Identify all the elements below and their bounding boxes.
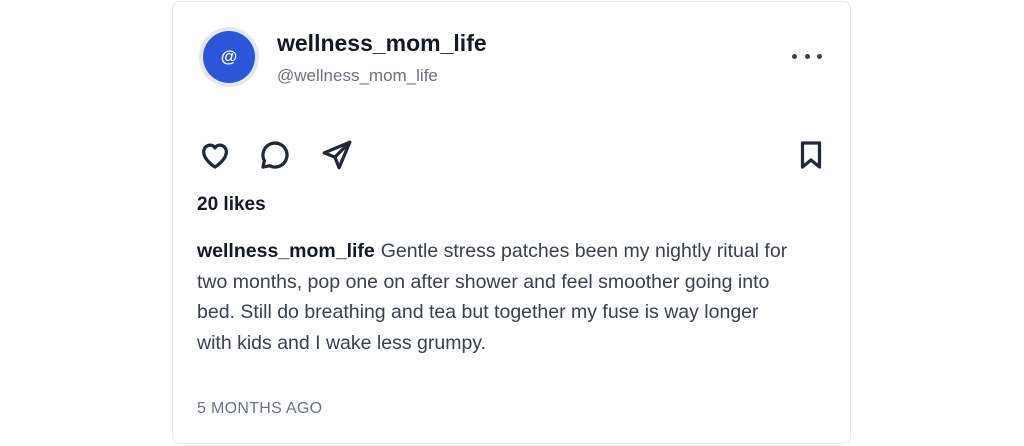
more-dot <box>804 53 810 59</box>
send-icon <box>322 140 352 170</box>
bookmark-icon <box>800 141 822 169</box>
likes-count[interactable]: 20 likes <box>197 194 266 216</box>
more-dot <box>792 53 797 59</box>
post-timestamp: 5 MONTHS AGO <box>197 400 323 417</box>
share-button[interactable] <box>319 137 355 173</box>
post-card: @ wellness_mom_life @wellness_mom_life 2… <box>172 1 851 444</box>
post-author-handle: @wellness_mom_life <box>277 66 438 85</box>
post-author-name[interactable]: wellness_mom_life <box>277 30 487 57</box>
post-caption: wellness_mom_life Gentle stress patches b… <box>197 236 797 358</box>
caption-username[interactable]: wellness_mom_life <box>197 240 375 262</box>
heart-icon <box>202 143 228 169</box>
avatar[interactable]: @ <box>199 27 259 87</box>
more-dot <box>817 53 822 59</box>
comment-button[interactable] <box>257 137 293 173</box>
more-options-icon[interactable] <box>792 46 822 66</box>
like-button[interactable] <box>197 137 233 173</box>
avatar-glyph: @ <box>203 31 255 83</box>
save-button[interactable] <box>793 137 829 173</box>
comment-icon <box>261 141 289 169</box>
